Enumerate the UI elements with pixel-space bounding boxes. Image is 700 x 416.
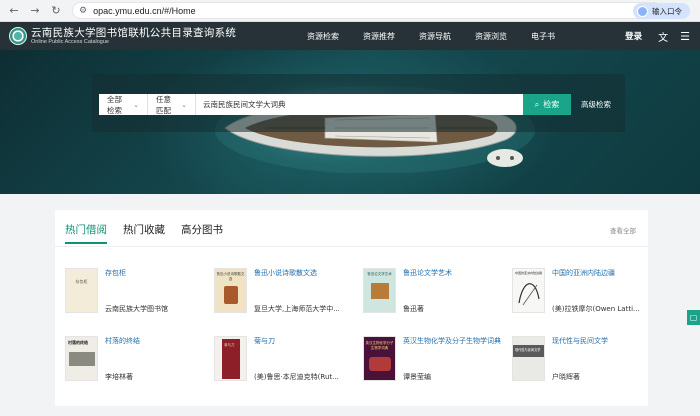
book-cover-text: 鲁迅小说诗歌散文选 (216, 272, 245, 281)
search-field-select[interactable]: 全部检索 ⌄ (99, 94, 148, 115)
match-mode-select[interactable]: 任意匹配 ⌄ (148, 94, 196, 115)
book-cover-text: 中国的亚洲内陆边疆 (515, 271, 543, 275)
site-logo[interactable]: 云南民族大学图书馆联机公共目录查询系统 Online Public Access… (31, 27, 236, 46)
university-logo-icon[interactable] (9, 27, 27, 45)
book-title[interactable]: 中国的亚洲内陆边疆 (552, 268, 654, 278)
site-header: 云南民族大学图书馆联机公共目录查询系统 Online Public Access… (0, 22, 700, 50)
book-title[interactable]: 现代性与民间文学 (552, 336, 654, 346)
book-title[interactable]: 存包柜 (105, 268, 207, 278)
book-cover[interactable]: 现代性与民间文学 (512, 336, 545, 381)
tab-top-rated[interactable]: 高分图书 (181, 222, 223, 244)
book-item[interactable]: 鲁迅小说诗歌散文选 鲁迅小说诗歌散文选 复旦大学,上海师范大学中... (214, 268, 364, 328)
book-title[interactable]: 菊与刀 (254, 336, 356, 346)
hero-banner: 全部检索 ⌄ 任意匹配 ⌄ ⌕ 检索 高级检索 (0, 50, 700, 194)
book-item[interactable]: 现代性与民间文学 现代性与民间文学 户晓辉著 (512, 336, 662, 396)
chevron-down-icon: ⌄ (133, 100, 139, 109)
book-author: 鲁迅著 (403, 305, 424, 313)
header-actions: 登录 文 ☰ (625, 22, 690, 50)
reload-icon[interactable]: ↻ (48, 3, 64, 19)
book-title[interactable]: 鲁迅小说诗歌散文选 (254, 268, 356, 278)
book-cover-text: 鲁迅论文学艺术 (367, 272, 392, 276)
nav-resource-browse[interactable]: 资源浏览 (475, 31, 507, 42)
book-cover[interactable]: 中国的亚洲内陆边疆 (512, 268, 545, 313)
forward-arrow-icon[interactable]: → (27, 3, 43, 19)
site-subtitle: Online Public Access Catalogue (31, 38, 109, 45)
search-icon: ⌕ (534, 99, 540, 109)
book-author: 李培林著 (105, 373, 133, 381)
search-button-label: 检索 (543, 100, 560, 109)
book-author: 复旦大学,上海师范大学中... (254, 305, 340, 313)
search-row: 全部检索 ⌄ 任意匹配 ⌄ ⌕ 检索 (99, 94, 571, 115)
book-cover[interactable]: 菊与刀 (214, 336, 247, 381)
book-item[interactable]: 鲁迅论文学艺术 鲁迅论文学艺术 鲁迅著 (363, 268, 513, 328)
feedback-side-button[interactable]: ▢ (687, 310, 700, 325)
book-title[interactable]: 村落的终结 (105, 336, 207, 346)
tab-popular-borrow[interactable]: 热门借阅 (65, 222, 107, 244)
language-icon[interactable]: 文 (658, 29, 668, 44)
address-url: opac.ymu.edu.cn/#/Home (93, 5, 196, 16)
search-panel: 全部检索 ⌄ 任意匹配 ⌄ ⌕ 检索 高级检索 (92, 74, 625, 132)
menu-icon[interactable]: ☰ (680, 30, 690, 43)
book-cover-text: 存包柜 (75, 279, 88, 284)
book-author: 谭景莹编 (403, 373, 431, 381)
book-title[interactable]: 英汉生物化学及分子生物学词典 (403, 336, 505, 346)
book-cover[interactable]: 村落的终结 (65, 336, 98, 381)
book-cover[interactable]: 鲁迅小说诗歌散文选 (214, 268, 247, 313)
book-item[interactable]: 村落的终结 村落的终结 李培林著 (65, 336, 215, 396)
book-cover-text: 菊与刀 (224, 343, 235, 347)
divider (55, 246, 648, 247)
tab-popular-collection[interactable]: 热门收藏 (123, 222, 165, 244)
nav-resource-navigation[interactable]: 资源导航 (419, 31, 451, 42)
book-author: 户晓辉著 (552, 373, 580, 381)
book-cover-text: 村落的终结 (68, 340, 88, 345)
avatar (637, 5, 648, 17)
search-input[interactable] (196, 94, 523, 115)
book-cover-text: 现代性与民间文学 (515, 348, 541, 352)
book-item[interactable]: 存包柜 存包柜 云南民族大学图书馆 (65, 268, 215, 328)
profile-chip[interactable]: 输入口令 (633, 3, 690, 19)
nav-resource-search[interactable]: 资源检索 (307, 31, 339, 42)
book-item[interactable]: 英汉生物化学分子生物学词典 英汉生物化学及分子生物学词典 谭景莹编 (363, 336, 513, 396)
advanced-search-link[interactable]: 高级检索 (581, 94, 611, 115)
top-nav: 资源检索 资源推荐 资源导航 资源浏览 电子书 (307, 22, 579, 50)
search-field-value: 全部检索 (107, 94, 122, 115)
address-bar[interactable]: ⚙ opac.ymu.edu.cn/#/Home ☆ (72, 2, 662, 19)
book-author: (美)拉铁摩尔(Owen Latti... (552, 305, 640, 313)
login-link[interactable]: 登录 (625, 30, 642, 42)
search-button[interactable]: ⌕ 检索 (523, 94, 571, 115)
book-cover-text: 英汉生物化学分子生物学词典 (365, 341, 394, 350)
book-author: 云南民族大学图书馆 (105, 305, 168, 313)
book-item[interactable]: 中国的亚洲内陆边疆 中国的亚洲内陆边疆 (美)拉铁摩尔(Owen Latti..… (512, 268, 662, 328)
book-author: (美)鲁思·本尼迪克特(Rut... (254, 373, 339, 381)
back-arrow-icon[interactable]: ← (6, 3, 22, 19)
nav-resource-recommend[interactable]: 资源推荐 (363, 31, 395, 42)
book-cover-art (518, 283, 540, 306)
profile-chip-label: 输入口令 (652, 6, 682, 16)
book-tabs: 热门借阅 热门收藏 高分图书 (65, 222, 239, 244)
book-title[interactable]: 鲁迅论文学艺术 (403, 268, 505, 278)
book-recommendations-panel: 热门借阅 热门收藏 高分图书 查看全部 存包柜 存包柜 云南民族大学图书馆 鲁迅… (55, 210, 648, 406)
site-info-icon[interactable]: ⚙ (79, 6, 87, 16)
book-cover[interactable]: 存包柜 (65, 268, 98, 313)
chevron-down-icon: ⌄ (181, 100, 187, 109)
nav-ebooks[interactable]: 电子书 (531, 31, 555, 42)
book-cover[interactable]: 英汉生物化学分子生物学词典 (363, 336, 396, 381)
view-all-link[interactable]: 查看全部 (610, 225, 636, 235)
site-title: 云南民族大学图书馆联机公共目录查询系统 (31, 26, 237, 39)
book-cover[interactable]: 鲁迅论文学艺术 (363, 268, 396, 313)
browser-toolbar: ← → ↻ ⚙ opac.ymu.edu.cn/#/Home ☆ 输入口令 (0, 0, 700, 22)
match-mode-value: 任意匹配 (156, 94, 171, 115)
book-item[interactable]: 菊与刀 菊与刀 (美)鲁思·本尼迪克特(Rut... (214, 336, 364, 396)
